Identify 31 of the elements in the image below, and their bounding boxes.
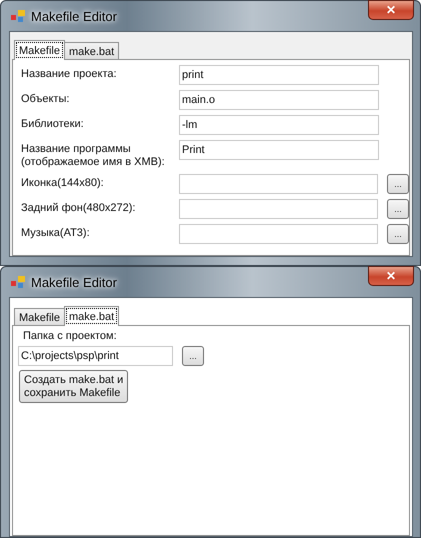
input-field[interactable]: C:\projects\psp\print xyxy=(18,346,173,366)
field-label: Название программы (отображаемое имя в XMB): xyxy=(21,142,166,169)
window-title: Makefile Editor xyxy=(31,8,117,24)
input-field[interactable] xyxy=(178,224,378,244)
tab[interactable]: make.bat xyxy=(64,306,120,326)
field-label: Название проекта: xyxy=(21,67,118,81)
tab[interactable]: make.bat xyxy=(64,42,120,60)
field-label: Музыка(AT3): xyxy=(21,226,91,240)
input-field[interactable] xyxy=(178,174,378,194)
field-label: Иконка(144x80): xyxy=(21,176,105,190)
browse-button[interactable]: ... xyxy=(387,199,410,219)
field-label: Папка с проектом: xyxy=(22,330,117,342)
field-label: Задний фон(480x272): xyxy=(21,201,136,215)
input-field[interactable]: print xyxy=(179,65,379,85)
browse-button[interactable]: ... xyxy=(387,224,410,244)
input-field[interactable]: -lm xyxy=(179,115,379,135)
close-button[interactable]: ✕ xyxy=(368,266,414,286)
field-label: Библиотеки: xyxy=(21,117,85,131)
create-button[interactable]: Создать make.bat и сохранить Makefile xyxy=(19,370,128,403)
input-field[interactable]: Print xyxy=(179,140,379,160)
app-icon xyxy=(11,276,25,288)
field-label: Объекты: xyxy=(21,92,70,106)
tab[interactable]: Makefile xyxy=(14,308,65,326)
tab[interactable]: Makefile xyxy=(14,40,65,60)
window-title: Makefile Editor xyxy=(31,274,117,290)
close-button[interactable]: ✕ xyxy=(368,0,414,20)
app-icon xyxy=(11,10,25,22)
browse-button[interactable]: ... xyxy=(182,346,204,366)
browse-button[interactable]: ... xyxy=(387,174,410,194)
input-field[interactable] xyxy=(178,199,378,219)
input-field[interactable]: main.o xyxy=(179,90,379,110)
